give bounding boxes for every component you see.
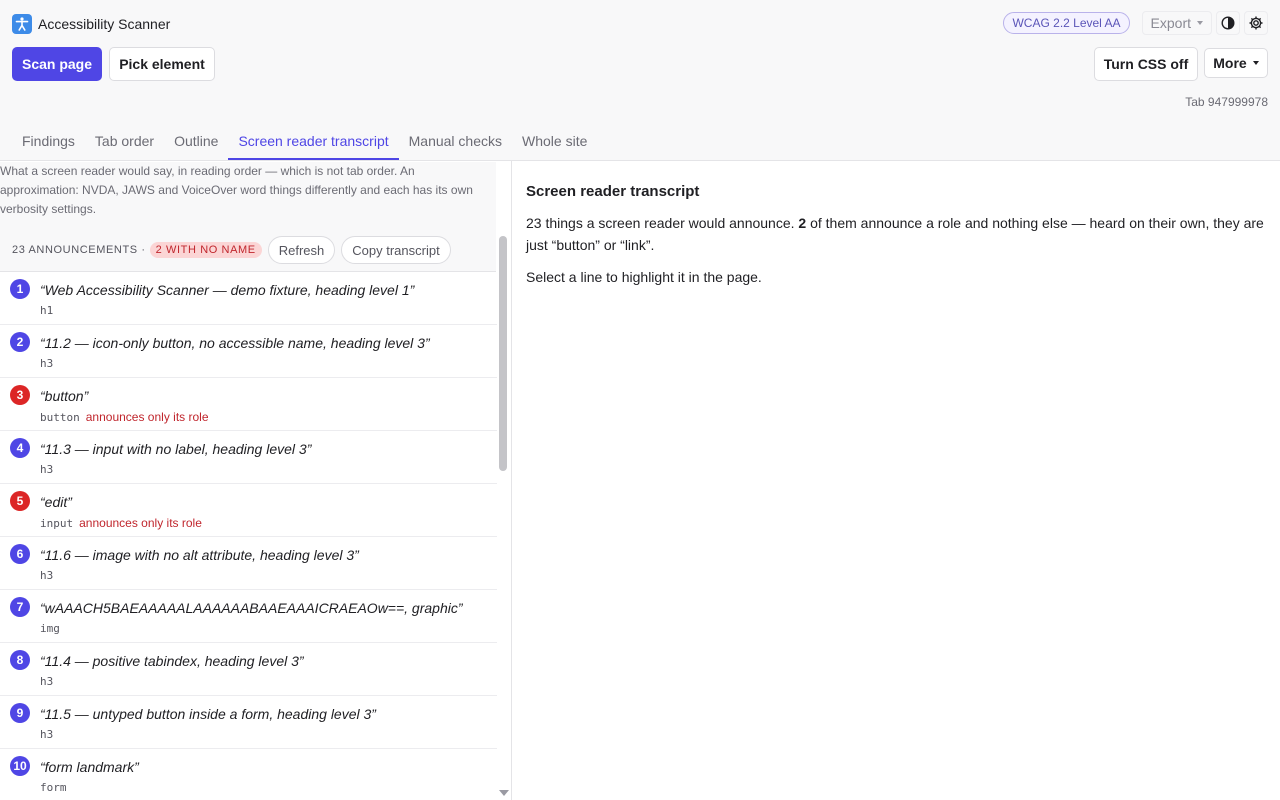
- item-meta: button announces only its role: [40, 410, 209, 424]
- detail-hint: Select a line to highlight it in the pag…: [526, 269, 762, 285]
- item-number: 6: [10, 544, 30, 564]
- announcement-text: “11.5 — untyped button inside a form, he…: [40, 706, 376, 722]
- item-meta: h3: [40, 463, 53, 476]
- item-number: 7: [10, 597, 30, 617]
- detail-title: Screen reader transcript: [526, 183, 700, 200]
- item-number: 10: [10, 756, 30, 776]
- role-only-count: 2: [798, 215, 807, 231]
- transcript-pane: What a screen reader would say, in readi…: [0, 161, 512, 800]
- no-name-badge: 2 WITH NO NAME: [149, 242, 262, 258]
- announcement-text: “edit”: [40, 494, 72, 510]
- element-tag: input: [40, 517, 74, 530]
- item-number: 5: [10, 491, 30, 511]
- gear-icon[interactable]: [1244, 11, 1268, 35]
- role-only-warning: announces only its role: [79, 516, 202, 530]
- summary-text-start: 23 things a screen reader would announce…: [526, 215, 795, 231]
- item-meta: h3: [40, 569, 53, 582]
- transcript-item[interactable]: 10 “form landmark” form: [0, 749, 497, 800]
- item-meta: h1: [40, 304, 53, 317]
- item-number: 4: [10, 438, 30, 458]
- copy-transcript-button[interactable]: Copy transcript: [341, 236, 451, 264]
- turn-css-off-button[interactable]: Turn CSS off: [1094, 47, 1198, 81]
- export-button[interactable]: Export: [1141, 11, 1212, 35]
- item-number: 3: [10, 385, 30, 405]
- item-meta: h3: [40, 728, 53, 741]
- item-meta: input announces only its role: [40, 516, 202, 530]
- transcript-item[interactable]: 4 “11.3 — input with no label, heading l…: [0, 431, 497, 484]
- tab-id-label: Tab 947999978: [1185, 95, 1268, 109]
- announcement-text: “11.3 — input with no label, heading lev…: [40, 441, 312, 457]
- scrollbar-thumb[interactable]: [499, 236, 507, 471]
- export-label: Export: [1150, 15, 1191, 31]
- transcript-item[interactable]: 8 “11.4 — positive tabindex, heading lev…: [0, 643, 497, 696]
- announcement-text: “button”: [40, 388, 89, 404]
- item-number: 9: [10, 703, 30, 723]
- transcript-list: 1 “Web Accessibility Scanner — demo fixt…: [0, 272, 497, 800]
- tab-screen-reader-transcript[interactable]: Screen reader transcript: [228, 123, 399, 160]
- transcript-item[interactable]: 1 “Web Accessibility Scanner — demo fixt…: [0, 272, 497, 325]
- transcript-item[interactable]: 2 “11.2 — icon-only button, no accessibl…: [0, 325, 497, 378]
- element-tag: form: [40, 781, 67, 794]
- transcript-item[interactable]: 3 “button” button announces only its rol…: [0, 378, 497, 431]
- more-label: More: [1213, 55, 1247, 71]
- scan-page-button[interactable]: Scan page: [12, 47, 102, 81]
- announcement-text: “11.6 — image with no alt attribute, hea…: [40, 547, 359, 563]
- item-number: 8: [10, 650, 30, 670]
- item-number: 2: [10, 332, 30, 352]
- transcript-item[interactable]: 6 “11.6 — image with no alt attribute, h…: [0, 537, 497, 590]
- transcript-description: What a screen reader would say, in readi…: [0, 162, 496, 229]
- pick-element-button[interactable]: Pick element: [109, 47, 215, 81]
- tab-tab-order[interactable]: Tab order: [85, 123, 164, 160]
- top-right-controls: WCAG 2.2 Level AA Export: [1003, 11, 1268, 35]
- role-only-warning: announces only its role: [85, 410, 209, 424]
- tab-whole-site[interactable]: Whole site: [512, 123, 597, 160]
- tab-findings[interactable]: Findings: [12, 123, 85, 160]
- tab-manual-checks[interactable]: Manual checks: [399, 123, 512, 160]
- view-tabs: Findings Tab order Outline Screen reader…: [12, 123, 597, 160]
- transcript-toolbar: 23 ANNOUNCEMENTS · 2 WITH NO NAME Refres…: [0, 229, 496, 272]
- element-tag: h3: [40, 569, 54, 582]
- element-tag: h1: [40, 304, 54, 317]
- element-tag: h3: [40, 675, 54, 688]
- item-meta: h3: [40, 357, 53, 370]
- announcement-text: “Web Accessibility Scanner — demo fixtur…: [40, 282, 415, 298]
- element-tag: img: [40, 622, 60, 635]
- detail-summary: 23 things a screen reader would announce…: [526, 212, 1266, 256]
- element-tag: h3: [40, 728, 54, 741]
- app-title: Accessibility Scanner: [38, 16, 171, 32]
- element-tag: button: [40, 411, 80, 424]
- transcript-item[interactable]: 7 “wAAACH5BAEAAAAALAAAAAABAAEAAAICRAEAOw…: [0, 590, 497, 643]
- toolbar-header: Accessibility Scanner WCAG 2.2 Level AA …: [0, 0, 1280, 161]
- app-title-bar: Accessibility Scanner: [12, 12, 170, 36]
- element-tag: h3: [40, 463, 54, 476]
- tab-outline[interactable]: Outline: [164, 123, 228, 160]
- item-meta: h3: [40, 675, 53, 688]
- announcement-text: “11.4 — positive tabindex, heading level…: [40, 653, 304, 669]
- announcement-text: “form landmark”: [40, 759, 139, 775]
- element-tag: h3: [40, 357, 54, 370]
- announcement-text: “11.2 — icon-only button, no accessible …: [40, 335, 430, 351]
- more-button[interactable]: More: [1204, 48, 1268, 78]
- chevron-down-icon: [1197, 21, 1203, 25]
- detail-pane: Screen reader transcript 23 things a scr…: [512, 161, 1280, 800]
- wcag-level-selector[interactable]: WCAG 2.2 Level AA: [1003, 12, 1130, 34]
- item-meta: form: [40, 781, 67, 794]
- accessibility-person-icon: [12, 14, 32, 34]
- item-meta: img: [40, 622, 60, 635]
- item-number: 1: [10, 279, 30, 299]
- refresh-button[interactable]: Refresh: [267, 236, 336, 264]
- transcript-item[interactable]: 5 “edit” input announces only its role: [0, 484, 497, 537]
- transcript-scrollbar[interactable]: [497, 161, 511, 800]
- announcement-text: “wAAACH5BAEAAAAALAAAAAABAAEAAAICRAEAOw==…: [40, 600, 463, 616]
- transcript-item[interactable]: 9 “11.5 — untyped button inside a form, …: [0, 696, 497, 749]
- contrast-icon[interactable]: [1216, 11, 1240, 35]
- scroll-down-arrow-icon[interactable]: [499, 790, 509, 796]
- announcement-count: 23 ANNOUNCEMENTS ·: [12, 244, 146, 256]
- chevron-down-icon: [1252, 61, 1259, 65]
